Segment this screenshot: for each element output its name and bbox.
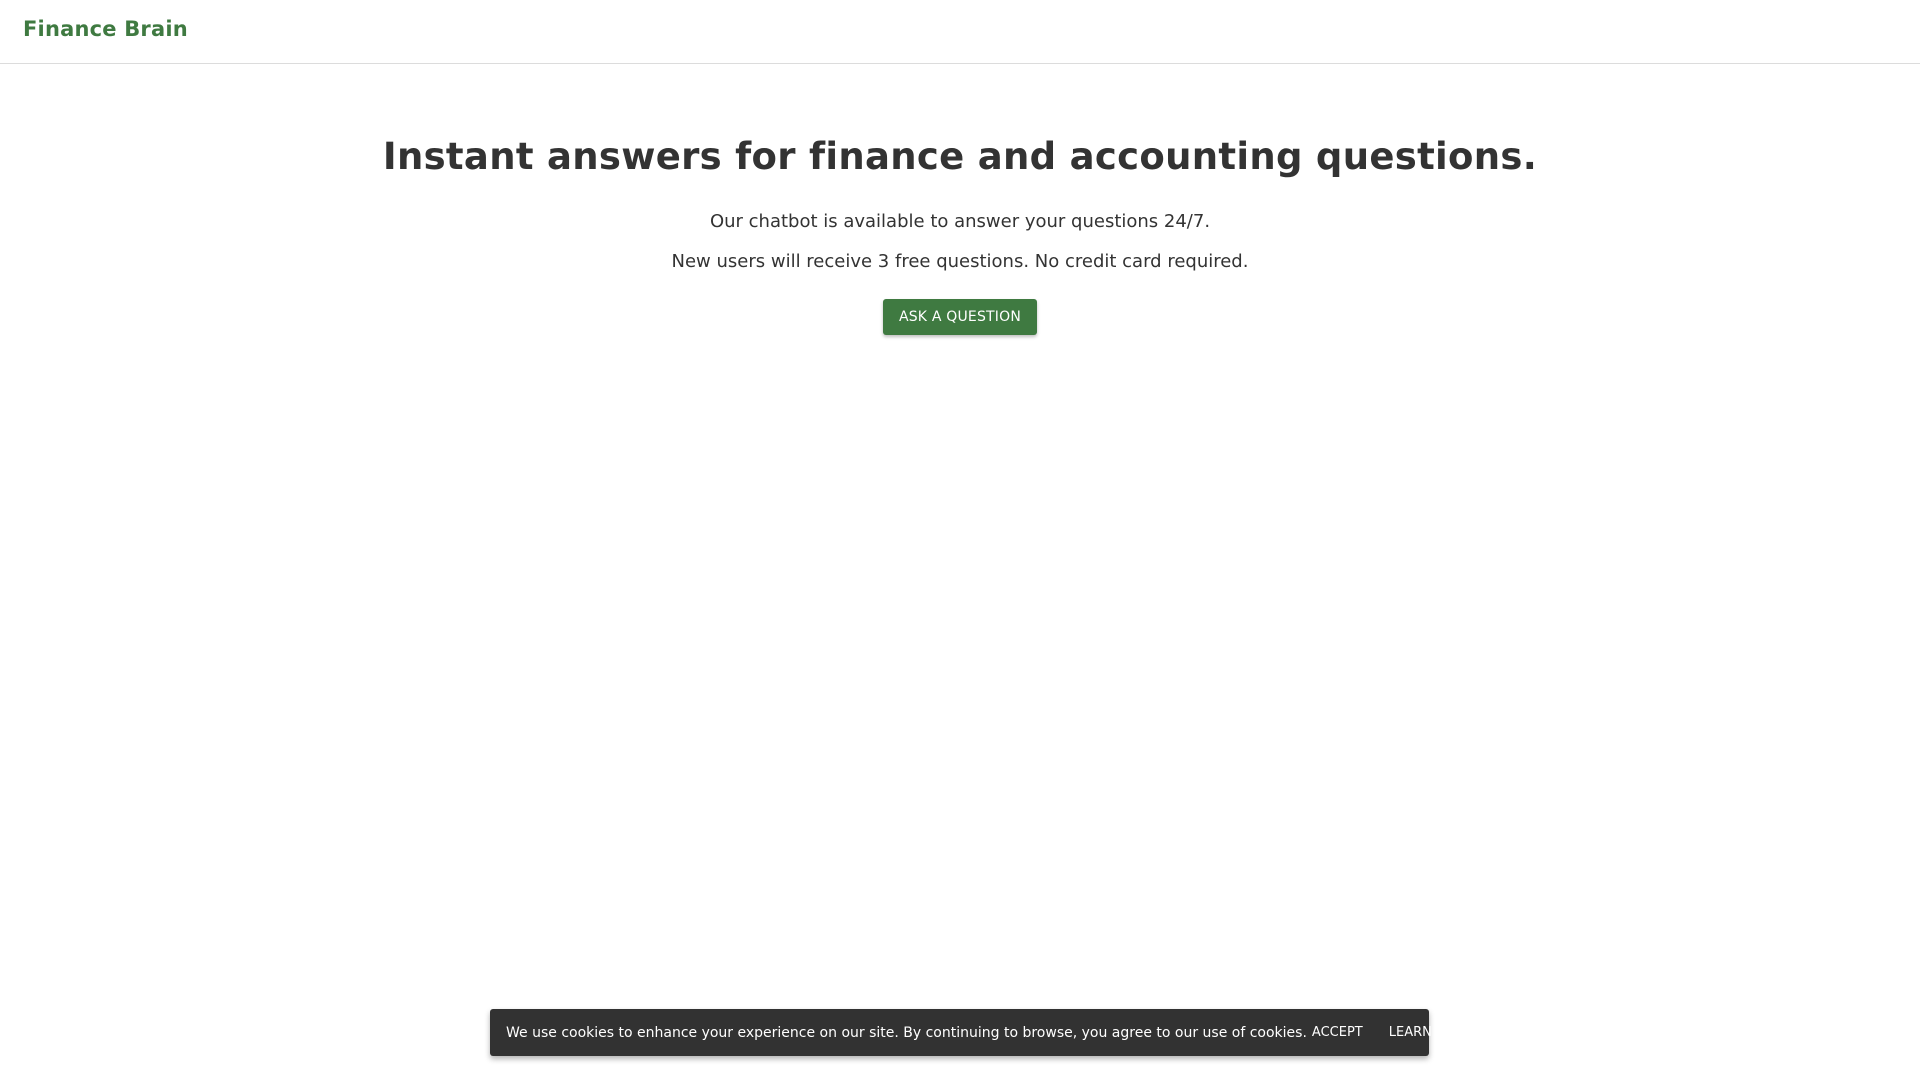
cookie-message: We use cookies to enhance your experienc… bbox=[506, 1024, 1307, 1041]
hero-subtitle-free-questions: New users will receive 3 free questions.… bbox=[671, 251, 1249, 272]
top-navbar: Finance Brain bbox=[0, 0, 1920, 64]
brand-logo-link[interactable]: Finance Brain bbox=[23, 17, 188, 41]
page-title: Instant answers for finance and accounti… bbox=[382, 135, 1538, 178]
ask-question-button[interactable]: ASK A QUESTION bbox=[882, 299, 1038, 335]
cookie-accept-button[interactable]: ACCEPT bbox=[1307, 1019, 1368, 1046]
hero-subtitle-availability: Our chatbot is available to answer your … bbox=[709, 211, 1211, 232]
cookie-consent-banner: We use cookies to enhance your experienc… bbox=[490, 1009, 1475, 1056]
cookie-learn-more-button[interactable]: LEARN MORE bbox=[1384, 1019, 1480, 1046]
hero-section: Instant answers for finance and accounti… bbox=[0, 130, 1920, 335]
